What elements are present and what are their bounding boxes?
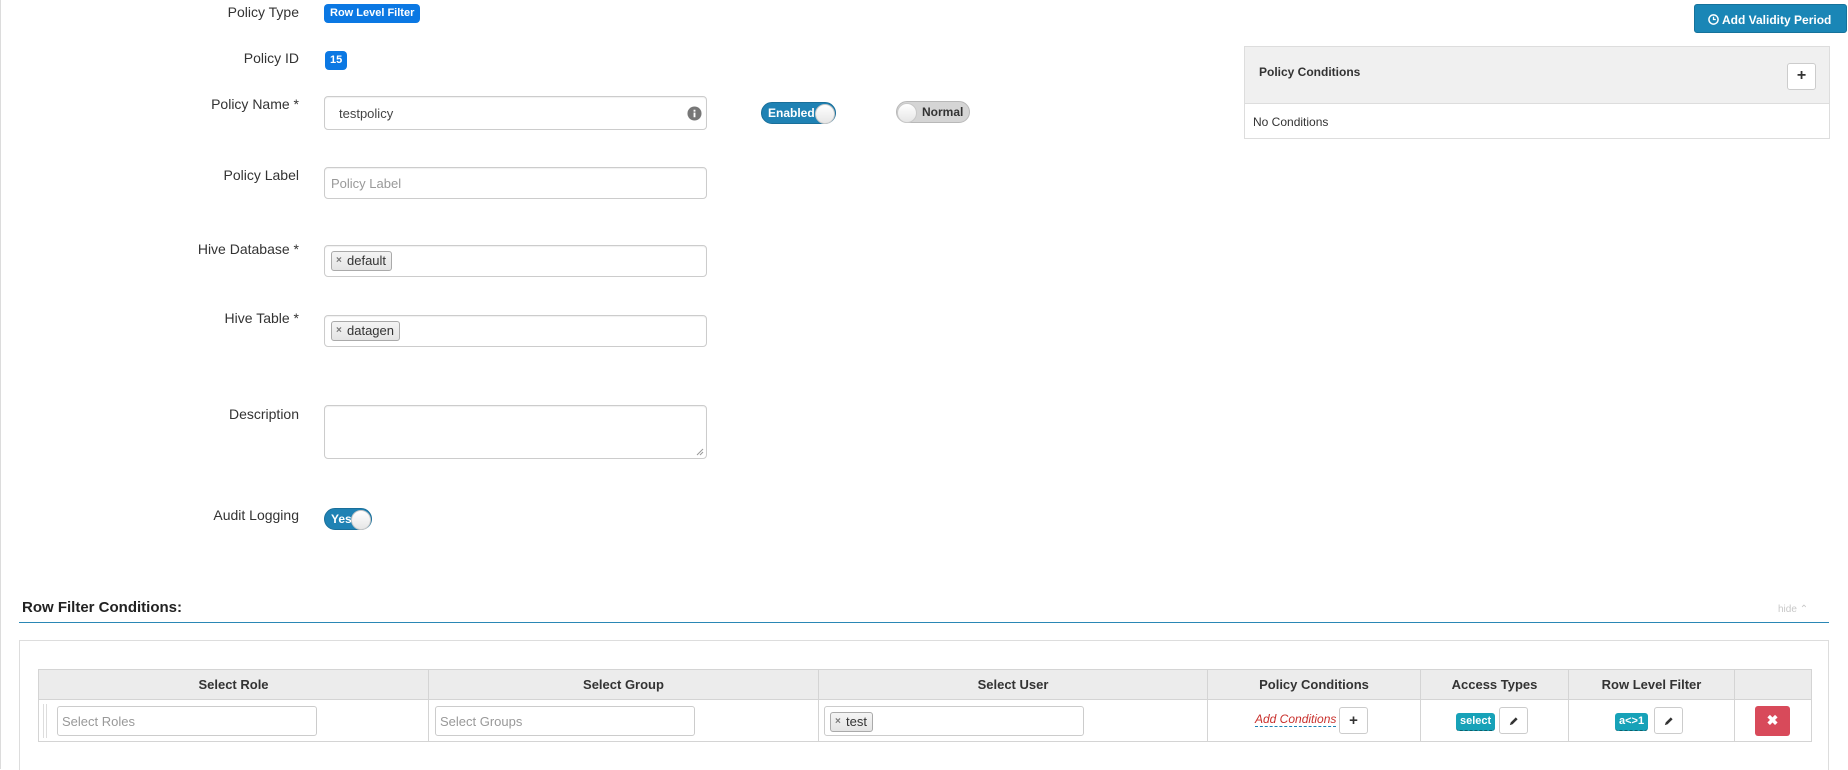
- column-header-select-group: Select Group: [428, 669, 819, 700]
- actions-cell: ✖: [1734, 699, 1812, 742]
- select-groups-placeholder: Select Groups: [440, 714, 523, 729]
- normal-toggle[interactable]: Normal: [896, 101, 970, 123]
- add-condition-button[interactable]: +: [1339, 707, 1368, 734]
- drag-handle[interactable]: [43, 704, 47, 738]
- row-filter-section-title: Row Filter Conditions:: [22, 599, 182, 616]
- add-validity-period-label: Add Validity Period: [1722, 13, 1832, 27]
- policy-id-badge: 15: [325, 51, 348, 70]
- enabled-toggle-knob: [815, 104, 835, 124]
- section-divider: [19, 622, 1829, 623]
- normal-toggle-knob: [897, 103, 917, 123]
- hive-database-input[interactable]: × default: [324, 245, 707, 277]
- policy-label-label: Policy Label: [223, 167, 300, 183]
- policy-conditions-panel-header: Policy Conditions +: [1245, 47, 1829, 104]
- pencil-icon: [1509, 717, 1518, 726]
- pencil-icon: [1664, 717, 1673, 726]
- audit-logging-label: Audit Logging: [213, 507, 299, 523]
- select-groups-input[interactable]: Select Groups: [435, 706, 695, 736]
- column-header-actions: [1734, 669, 1812, 700]
- column-header-access-types: Access Types: [1420, 669, 1569, 700]
- row-filter-tag[interactable]: a<>1: [1615, 713, 1649, 731]
- user-chip-text: test: [846, 714, 867, 729]
- column-header-select-user: Select User: [818, 669, 1208, 700]
- row-filter-container: Select Role Select Group Select User Pol…: [19, 640, 1829, 770]
- policy-name-input[interactable]: testpolicy: [324, 96, 707, 130]
- policy-conditions-panel: Policy Conditions + No Conditions: [1244, 46, 1830, 139]
- no-conditions-text: No Conditions: [1253, 115, 1329, 129]
- edit-access-types-button[interactable]: [1499, 707, 1528, 734]
- plus-icon: +: [1796, 67, 1807, 84]
- policy-name-value: testpolicy: [339, 106, 394, 121]
- plus-icon: +: [1349, 712, 1358, 729]
- delete-row-button[interactable]: ✖: [1755, 706, 1790, 736]
- access-types-cell: select: [1420, 699, 1569, 742]
- column-header-select-role: Select Role: [38, 669, 429, 700]
- row-filter-table-wrapper: Select Role Select Group Select User Pol…: [38, 669, 1812, 742]
- resize-grip-icon[interactable]: [696, 448, 704, 456]
- hive-table-label: Hive Table *: [224, 310, 299, 326]
- select-users-input[interactable]: × test: [824, 706, 1084, 736]
- policy-type-label: Policy Type: [227, 4, 299, 20]
- hive-database-chip-text: default: [347, 253, 387, 268]
- table-row: Select Roles Select Groups × test Add Co…: [38, 699, 1812, 742]
- column-header-row-level-filter: Row Level Filter: [1568, 669, 1735, 700]
- hide-section-link[interactable]: hide ⌃: [1778, 604, 1808, 615]
- policy-name-label: Policy Name *: [211, 96, 299, 112]
- info-icon[interactable]: [687, 106, 702, 121]
- hide-section-link-text: hide: [1778, 604, 1797, 615]
- policy-type-badge: Row Level Filter: [324, 4, 421, 23]
- description-label: Description: [228, 406, 299, 422]
- user-chip: × test: [830, 712, 873, 732]
- select-roles-placeholder: Select Roles: [62, 714, 135, 729]
- close-icon: ✖: [1766, 712, 1779, 728]
- audit-logging-toggle[interactable]: Yes: [324, 508, 372, 530]
- hive-database-chip: × default: [331, 251, 393, 271]
- normal-toggle-label: Normal: [922, 105, 964, 119]
- policy-conditions-title: Policy Conditions: [1259, 65, 1361, 79]
- row-filter-table: Select Role Select Group Select User Pol…: [38, 669, 1812, 742]
- policy-conditions-cell: Add Conditions +: [1207, 699, 1421, 742]
- enabled-toggle-label: Enabled: [768, 106, 815, 120]
- clock-icon: [1708, 14, 1719, 25]
- audit-logging-toggle-knob: [351, 510, 371, 530]
- hive-table-chip-text: datagen: [347, 323, 394, 338]
- edit-row-filter-button[interactable]: [1654, 707, 1683, 734]
- remove-chip-icon[interactable]: ×: [336, 253, 342, 269]
- policy-label-placeholder: Policy Label: [331, 176, 402, 191]
- hive-table-chip: × datagen: [331, 321, 400, 341]
- description-textarea[interactable]: [324, 405, 707, 459]
- access-type-tag[interactable]: select: [1456, 713, 1496, 731]
- remove-chip-icon[interactable]: ×: [835, 714, 841, 730]
- add-conditions-link[interactable]: Add Conditions: [1255, 712, 1337, 727]
- select-group-cell: Select Groups: [428, 699, 819, 742]
- left-border: [0, 0, 1, 769]
- column-header-policy-conditions: Policy Conditions: [1207, 669, 1421, 700]
- hive-database-label: Hive Database *: [197, 241, 299, 257]
- policy-label-input[interactable]: Policy Label: [324, 167, 707, 199]
- select-user-cell: × test: [818, 699, 1208, 742]
- policy-id-label: Policy ID: [243, 50, 299, 66]
- hive-table-input[interactable]: × datagen: [324, 315, 707, 347]
- enabled-toggle[interactable]: Enabled: [761, 102, 836, 124]
- add-validity-period-button[interactable]: Add Validity Period: [1694, 4, 1847, 33]
- select-role-cell: Select Roles: [38, 699, 429, 742]
- chevron-up-icon: ⌃: [1799, 604, 1809, 615]
- add-policy-condition-button[interactable]: +: [1787, 63, 1816, 90]
- remove-chip-icon[interactable]: ×: [336, 323, 342, 339]
- audit-logging-toggle-label: Yes: [331, 512, 352, 526]
- row-level-filter-cell: a<>1: [1568, 699, 1735, 742]
- select-roles-input[interactable]: Select Roles: [57, 706, 317, 736]
